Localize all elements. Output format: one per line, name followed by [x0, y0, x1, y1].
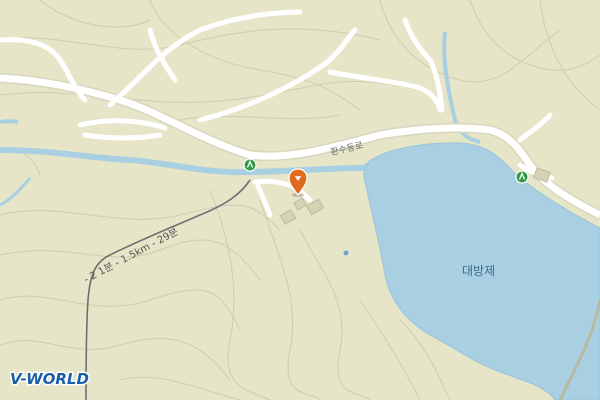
map-canvas[interactable]: 환수동로 대방제 - 2 1분 - 1.5km - 29분 V-WORLD: [0, 0, 600, 400]
vworld-logo: V-WORLD: [9, 369, 91, 390]
water-point: [343, 250, 349, 256]
logo-text: V-WORLD: [10, 370, 89, 388]
parking-marker[interactable]: [515, 170, 529, 184]
reservoir-name-label: 대방제: [462, 264, 495, 278]
stream-branch: [0, 119, 19, 124]
parking-marker[interactable]: [243, 158, 257, 172]
map-view[interactable]: 환수동로 대방제 - 2 1분 - 1.5km - 29분 V-WORLD: [0, 0, 600, 400]
